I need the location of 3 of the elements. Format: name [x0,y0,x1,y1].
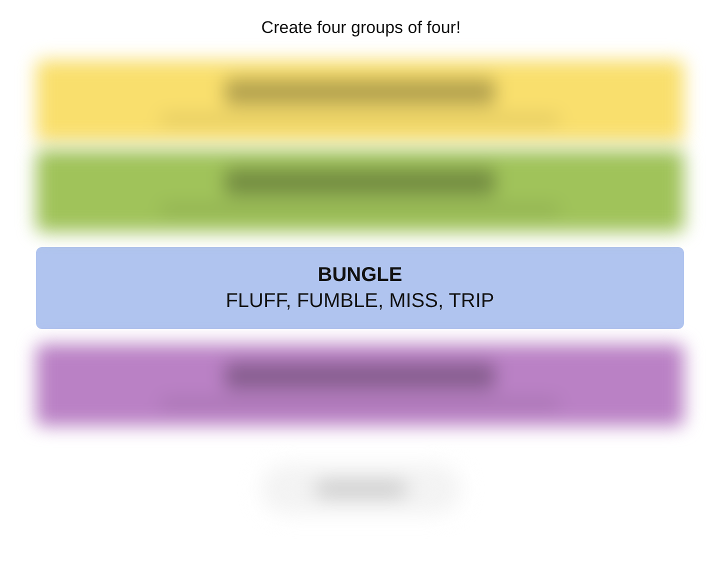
group-title: BUNGLE [318,263,402,288]
group-members: FLUFF, FUMBLE, MISS, TRIP [226,289,494,314]
instructions-text: Create four groups of four! [261,18,461,37]
